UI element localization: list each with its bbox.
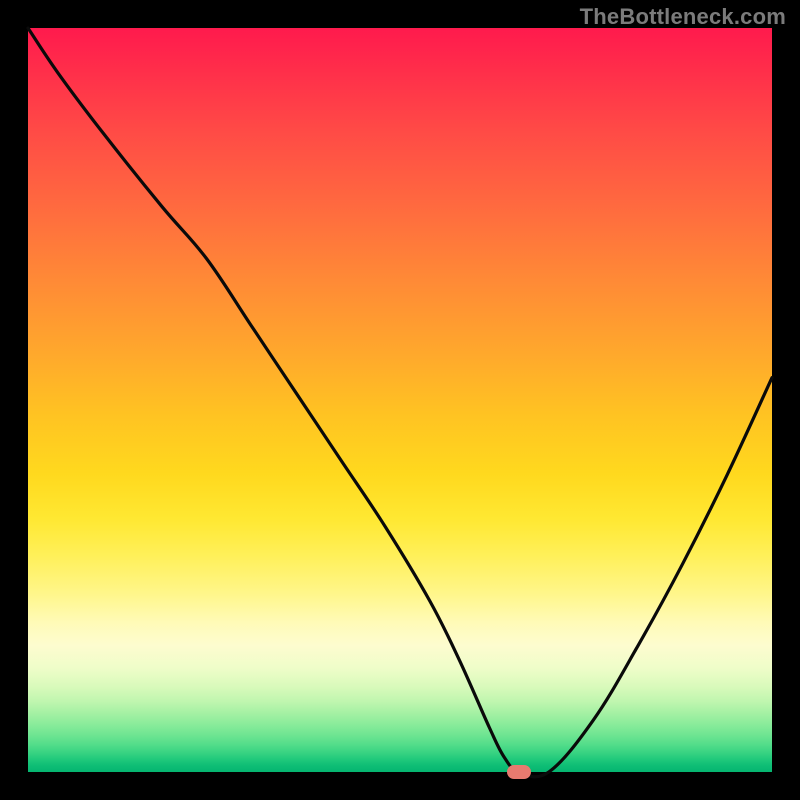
watermark-text: TheBottleneck.com — [580, 4, 786, 30]
bottleneck-curve-path — [28, 28, 772, 777]
chart-frame: TheBottleneck.com — [0, 0, 800, 800]
bottleneck-curve — [28, 28, 772, 772]
plot-area — [28, 28, 772, 772]
optimal-point-marker — [507, 765, 531, 779]
